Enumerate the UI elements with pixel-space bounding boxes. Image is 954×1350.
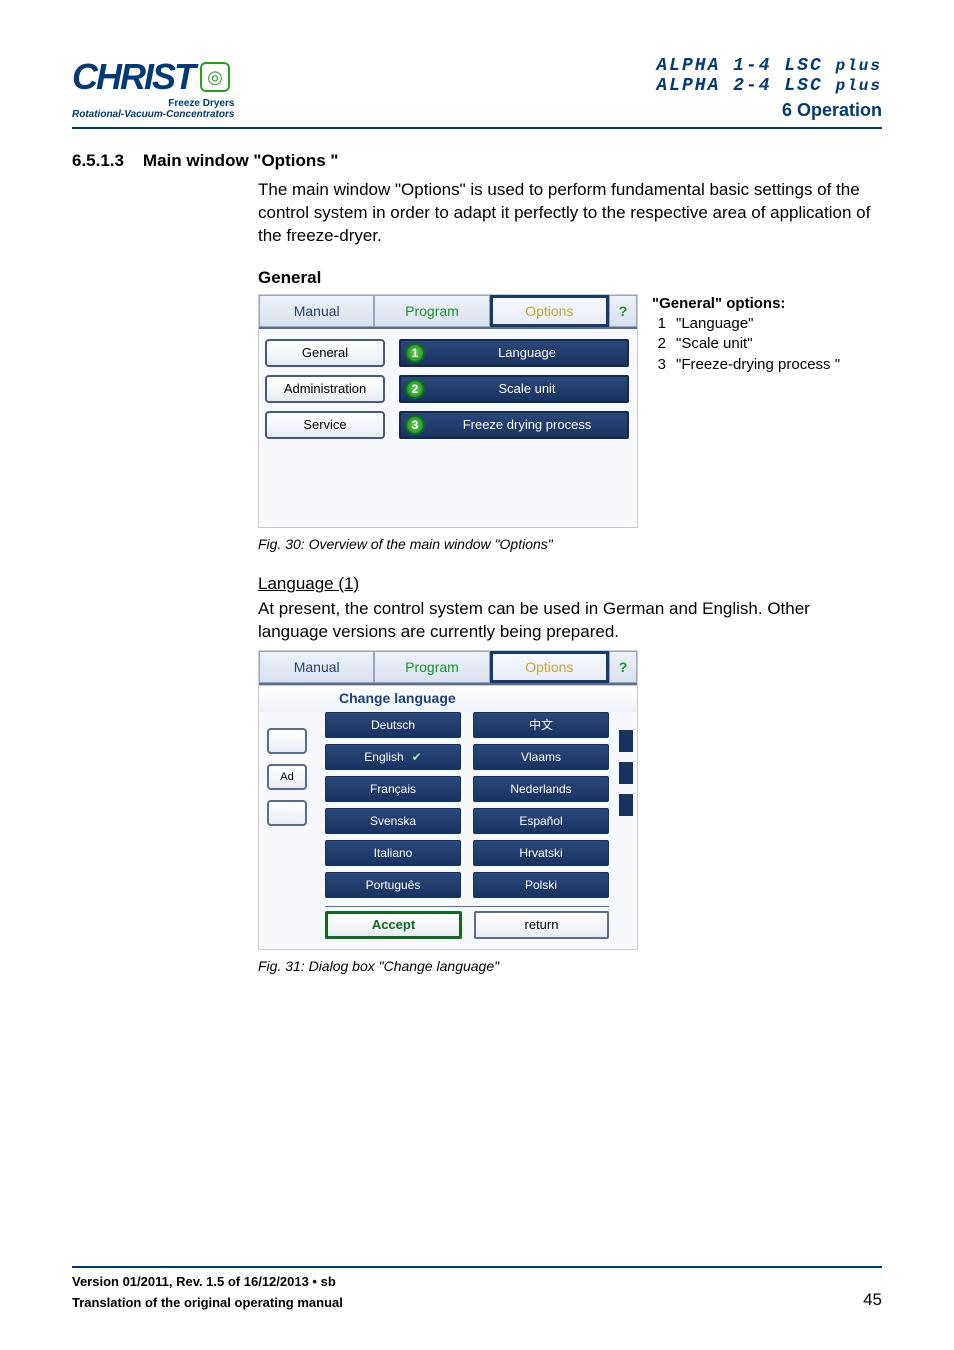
options-panel: Manual Program Options ? General Adminis… xyxy=(258,294,638,528)
accept-button[interactable]: Accept xyxy=(325,911,462,939)
lang-hrvatski[interactable]: Hrvatski xyxy=(473,840,609,866)
page-footer: Version 01/2011, Rev. 1.5 of 16/12/2013 … xyxy=(72,1266,882,1310)
tab2-manual[interactable]: Manual xyxy=(259,651,374,683)
general-heading: General xyxy=(258,268,882,288)
fig30-caption: Fig. 30: Overview of the main window "Op… xyxy=(258,536,882,552)
logo-block: CHRIST ◎ Freeze Dryers Rotational-Vacuum… xyxy=(72,56,234,120)
tab2-options[interactable]: Options xyxy=(490,651,609,683)
tab-program[interactable]: Program xyxy=(374,295,489,327)
lang-vlaams[interactable]: Vlaams xyxy=(473,744,609,770)
tab-bar: Manual Program Options ? xyxy=(259,295,637,329)
btn-administration[interactable]: Administration xyxy=(265,375,385,403)
lang-svenska[interactable]: Svenska xyxy=(325,808,461,834)
btn-freeze-drying[interactable]: 3 Freeze drying process xyxy=(399,411,629,439)
tab-help[interactable]: ? xyxy=(609,295,637,327)
footer-translation: Translation of the original operating ma… xyxy=(72,1295,343,1310)
lang-francais[interactable]: Français xyxy=(325,776,461,802)
side-btn-1[interactable] xyxy=(267,728,307,754)
lang-portugues[interactable]: Português xyxy=(325,872,461,898)
badge-2: 2 xyxy=(405,379,425,399)
fig31-caption: Fig. 31: Dialog box "Change language" xyxy=(258,958,882,974)
logo-text: CHRIST xyxy=(72,56,194,98)
tab-manual[interactable]: Manual xyxy=(259,295,374,327)
dialog-title: Change language xyxy=(259,685,637,712)
btn-service[interactable]: Service xyxy=(265,411,385,439)
section-breadcrumb: 6 Operation xyxy=(656,100,882,121)
scroll-mark-3 xyxy=(619,794,633,816)
tab-options[interactable]: Options xyxy=(490,295,609,327)
check-icon: ✔ xyxy=(412,750,422,764)
language-paragraph: At present, the control system can be us… xyxy=(258,598,882,644)
badge-3: 3 xyxy=(405,415,425,435)
side-btn-ad[interactable]: Ad xyxy=(267,764,307,790)
lang-espanol[interactable]: Español xyxy=(473,808,609,834)
tab2-program[interactable]: Program xyxy=(374,651,489,683)
intro-paragraph: The main window "Options" is used to per… xyxy=(258,179,882,248)
btn-language[interactable]: 1 Language xyxy=(399,339,629,367)
page-header: CHRIST ◎ Freeze Dryers Rotational-Vacuum… xyxy=(72,56,882,129)
tab2-help[interactable]: ? xyxy=(609,651,637,683)
lang-zh[interactable]: 中文 xyxy=(473,712,609,738)
logo-subtitle-1: Freeze Dryers xyxy=(72,98,234,109)
lang-english[interactable]: English✔ xyxy=(325,744,461,770)
side-btn-3[interactable] xyxy=(267,800,307,826)
header-right: ALPHA 1-4 LSC plus ALPHA 2-4 LSC plus 6 … xyxy=(656,56,882,121)
product-line-2: ALPHA 2-4 LSC plus xyxy=(656,76,882,96)
divider xyxy=(325,906,609,907)
logo-gear-icon: ◎ xyxy=(200,62,230,92)
logo-subtitle-2: Rotational-Vacuum-Concentrators xyxy=(72,109,234,120)
lang-polski[interactable]: Polski xyxy=(473,872,609,898)
return-button[interactable]: return xyxy=(474,911,609,939)
legend: "General" options: 1"Language" 2"Scale u… xyxy=(652,294,840,375)
lang-italiano[interactable]: Italiano xyxy=(325,840,461,866)
language-dialog: Manual Program Options ? Change language… xyxy=(258,650,638,950)
lang-deutsch[interactable]: Deutsch xyxy=(325,712,461,738)
language-subhead: Language (1) xyxy=(258,574,882,594)
legend-title: "General" options: xyxy=(652,294,840,314)
scroll-mark-1 xyxy=(619,730,633,752)
tab-bar-2: Manual Program Options ? xyxy=(259,651,637,685)
product-line-1: ALPHA 1-4 LSC plus xyxy=(656,56,882,76)
badge-1: 1 xyxy=(405,343,425,363)
footer-version: Version 01/2011, Rev. 1.5 of 16/12/2013 … xyxy=(72,1274,336,1289)
section-heading: 6.5.1.3 Main window "Options " xyxy=(72,151,882,171)
scroll-mark-2 xyxy=(619,762,633,784)
btn-general[interactable]: General xyxy=(265,339,385,367)
btn-scale-unit[interactable]: 2 Scale unit xyxy=(399,375,629,403)
page-number: 45 xyxy=(863,1290,882,1310)
lang-nederlands[interactable]: Nederlands xyxy=(473,776,609,802)
